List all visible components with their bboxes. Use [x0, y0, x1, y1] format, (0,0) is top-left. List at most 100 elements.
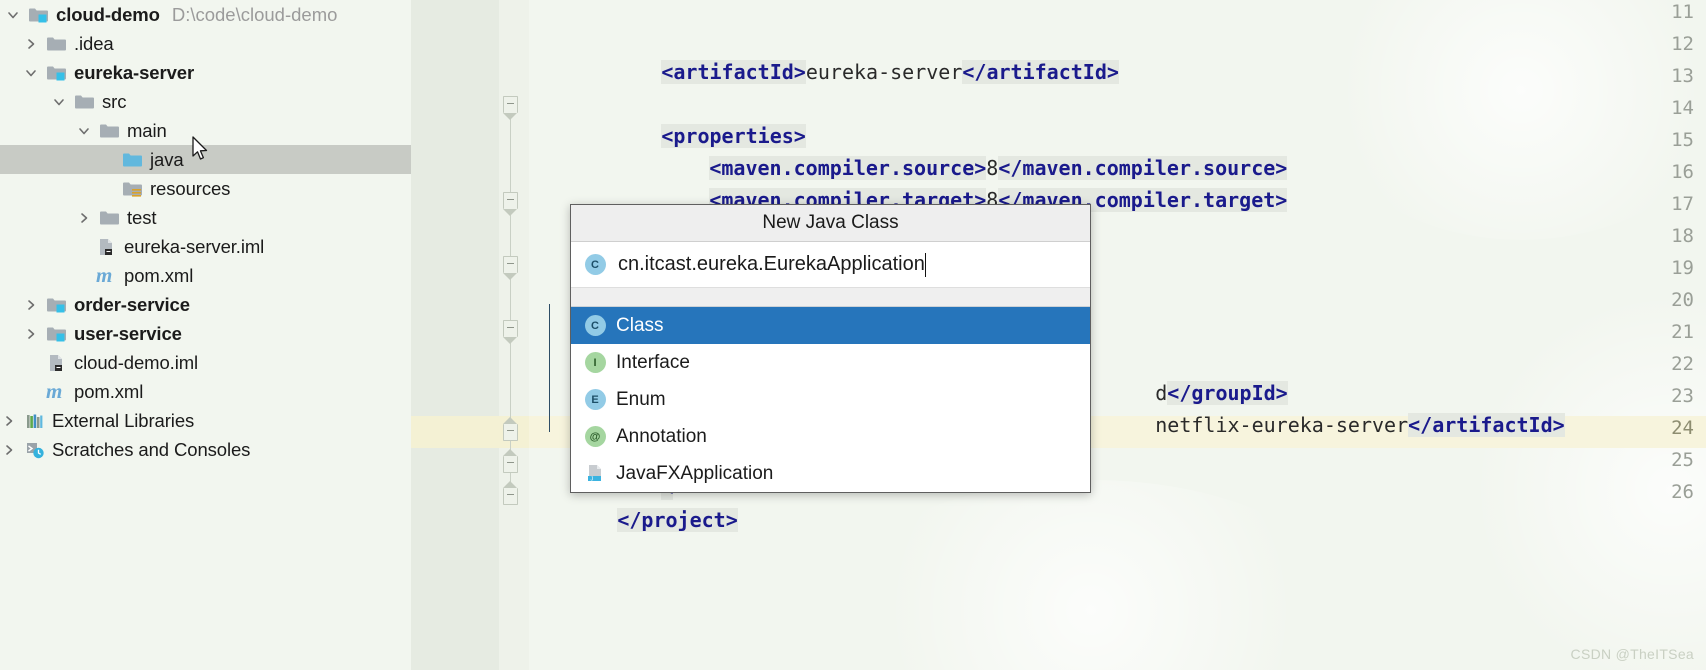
tree-row-user-service[interactable]: user-service [0, 319, 411, 348]
tree-item-label: test [127, 206, 157, 228]
tree-row-eureka-server-iml[interactable]: eureka-server.iml [0, 232, 411, 261]
dialog-title-bar: New Java Class [571, 205, 1090, 242]
class-badge-icon: C [580, 254, 610, 275]
fold-marker-collapse[interactable] [503, 320, 518, 344]
dialog-option-label: Annotation [616, 425, 707, 447]
dialog-title: New Java Class [762, 212, 899, 233]
chevron-down-icon[interactable] [75, 116, 93, 145]
interface-badge-icon: I [580, 352, 610, 373]
maven-file-icon: m [96, 263, 113, 287]
dialog-option-annotation[interactable]: @ Annotation [571, 418, 1090, 455]
editor-gutter[interactable] [411, 0, 499, 670]
text-caret [924, 252, 927, 277]
code-token-text: netflix-eureka-server [1155, 413, 1409, 437]
tree-row-external-libraries[interactable]: External Libraries [0, 406, 411, 435]
chevron-right-icon[interactable] [22, 290, 40, 319]
tree-row-order-service[interactable]: order-service [0, 290, 411, 319]
code-token-tag: </project> [617, 508, 738, 532]
dialog-option-label: Interface [616, 351, 690, 373]
fold-marker-collapse[interactable] [503, 481, 518, 505]
tree-row-cloud-demo-iml[interactable]: cloud-demo.iml [0, 348, 411, 377]
libraries-icon [24, 406, 50, 435]
fold-marker-collapse[interactable] [503, 256, 518, 280]
module-folder-icon [28, 0, 54, 29]
module-folder-icon [46, 58, 72, 87]
tree-item-label: order-service [74, 293, 190, 315]
tree-item-label: eureka-server [74, 61, 195, 83]
tree-row-eureka-server[interactable]: eureka-server [0, 58, 411, 87]
code-fragment-groupid: d</groupId> [1083, 345, 1288, 405]
code-line-15: <maven.compiler.source>8</maven.compiler… [613, 120, 1288, 180]
folder-icon [99, 116, 125, 145]
iml-file-icon [96, 232, 122, 261]
dialog-option-label: Class [616, 314, 664, 336]
enum-badge-icon: E [580, 389, 610, 410]
tree-row-idea[interactable]: .idea [0, 29, 411, 58]
tree-item-label: user-service [74, 322, 182, 344]
tree-row-java[interactable]: java [0, 145, 411, 174]
fold-marker-collapse[interactable] [503, 449, 518, 473]
tree-root-label: cloud-demo [56, 3, 160, 25]
tree-row-pom-xml-eureka[interactable]: m pom.xml [0, 261, 411, 290]
tree-row-pom-xml-root[interactable]: m pom.xml [0, 377, 411, 406]
folder-icon [74, 87, 100, 116]
tree-row-resources[interactable]: resources [0, 174, 411, 203]
tree-item-label: .idea [74, 32, 114, 54]
dialog-option-enum[interactable]: E Enum [571, 381, 1090, 418]
resources-folder-icon [122, 174, 148, 203]
source-folder-icon [122, 145, 148, 174]
dialog-option-label: JavaFXApplication [616, 462, 774, 484]
iml-file-icon [46, 348, 72, 377]
new-java-class-dialog[interactable]: New Java Class C cn.itcast.eureka.Eureka… [570, 204, 1091, 493]
dialog-option-interface[interactable]: I Interface [571, 344, 1090, 381]
dialog-option-javafxapplication[interactable]: J JavaFXApplication [571, 455, 1090, 492]
annotation-badge-icon: @ [580, 426, 610, 447]
chevron-right-icon[interactable] [22, 29, 40, 58]
tree-item-label: External Libraries [52, 409, 195, 431]
tree-item-label: pom.xml [124, 264, 194, 286]
tree-item-label: cloud-demo.iml [74, 351, 199, 373]
fold-marker-collapse[interactable] [503, 192, 518, 216]
chevron-right-icon[interactable] [0, 435, 18, 464]
tree-item-label: resources [150, 177, 231, 199]
class-name-input[interactable]: C cn.itcast.eureka.EurekaApplication [571, 242, 1090, 287]
chevron-down-icon[interactable] [50, 87, 68, 116]
maven-file-icon: m [46, 379, 63, 403]
code-token-text: eureka-server [805, 60, 963, 84]
tree-row-main[interactable]: main [0, 116, 411, 145]
svg-text:J: J [590, 476, 593, 482]
chevron-down-icon[interactable] [4, 0, 22, 29]
tree-row-test[interactable]: test [0, 203, 411, 232]
class-badge-icon: C [580, 315, 610, 336]
fold-region-line [510, 110, 511, 500]
scratches-icon [24, 435, 50, 464]
folder-icon [99, 203, 125, 232]
fold-marker-collapse[interactable] [503, 96, 518, 120]
code-token-tag: </artifactId> [1408, 413, 1565, 437]
code-fragment-artifactid: netflix-eureka-server</artifactId> [1083, 377, 1565, 437]
dialog-option-class[interactable]: C Class [571, 307, 1090, 344]
tree-item-label: pom.xml [74, 380, 144, 402]
class-name-input-value: cn.itcast.eureka.EurekaApplication [618, 253, 925, 275]
tree-root-path: D:\code\cloud-demo [171, 3, 338, 25]
chevron-right-icon[interactable] [22, 319, 40, 348]
fold-marker-collapse[interactable] [503, 417, 518, 441]
chevron-right-icon[interactable] [0, 406, 18, 435]
tree-row-src[interactable]: src [0, 87, 411, 116]
module-folder-icon [46, 319, 72, 348]
code-line-16: <maven.compiler.target>8</maven.compiler… [613, 152, 1288, 212]
folder-icon [46, 29, 72, 58]
chevron-right-icon[interactable] [75, 203, 93, 232]
tree-item-label: main [127, 119, 167, 141]
module-folder-icon [46, 290, 72, 319]
project-tree-panel[interactable]: cloud-demo D:\code\cloud-demo .idea eure… [0, 0, 411, 670]
javafx-file-icon: J [580, 463, 610, 484]
dialog-separator [571, 287, 1090, 307]
chevron-down-icon[interactable] [22, 58, 40, 87]
watermark-text: CSDN @TheITSea [1570, 646, 1694, 662]
tree-item-label: src [102, 90, 127, 112]
tree-item-label: java [150, 148, 184, 170]
tree-row-root[interactable]: cloud-demo D:\code\cloud-demo [0, 0, 411, 29]
code-token-tag: </artifactId> [962, 60, 1119, 84]
tree-row-scratches-and-consoles[interactable]: Scratches and Consoles [0, 435, 411, 464]
